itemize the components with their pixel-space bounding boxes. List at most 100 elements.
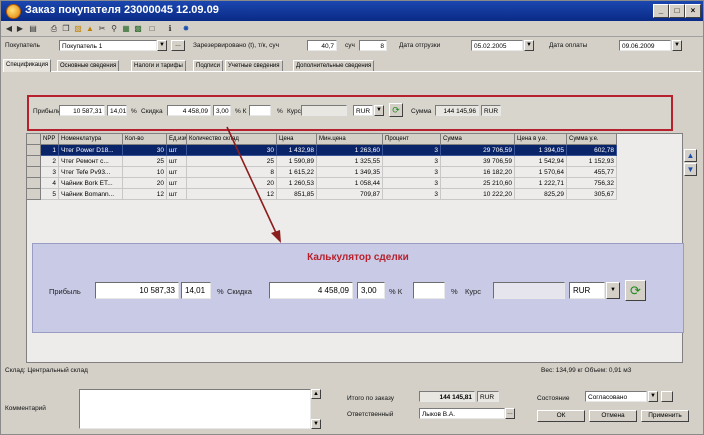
state-field[interactable]: Согласовано bbox=[585, 391, 647, 402]
calc-icon[interactable]: ▩ bbox=[133, 24, 143, 34]
table-cell-price-ue[interactable]: 1 222,71 bbox=[515, 178, 567, 189]
column-header[interactable]: Цена bbox=[277, 134, 317, 145]
doc-icon[interactable]: ▤ bbox=[28, 24, 38, 34]
table-cell-stock[interactable]: 25 bbox=[187, 156, 277, 167]
row-selector[interactable] bbox=[27, 145, 41, 156]
zoom-kurs-field[interactable] bbox=[493, 282, 565, 299]
column-header[interactable]: Кол-во bbox=[123, 134, 167, 145]
cancel-button[interactable]: Отмена bbox=[589, 410, 637, 422]
apply-button[interactable]: Применить bbox=[641, 410, 689, 422]
table-cell-stock[interactable]: 20 bbox=[187, 178, 277, 189]
table-cell-price-ue[interactable]: 1 542,94 bbox=[515, 156, 567, 167]
table-cell-pct[interactable]: 3 bbox=[383, 189, 441, 200]
column-header[interactable]: Мин.цена bbox=[317, 134, 383, 145]
table-cell-pct[interactable]: 3 bbox=[383, 145, 441, 156]
table-cell-sum-ue[interactable]: 305,67 bbox=[567, 189, 617, 200]
discount-percent-field[interactable]: 3,00 bbox=[213, 105, 231, 116]
move-up-icon[interactable]: ▲ bbox=[684, 149, 697, 162]
table-cell-qty[interactable]: 20 bbox=[123, 178, 167, 189]
table-cell-pct[interactable]: 3 bbox=[383, 156, 441, 167]
customer-lookup-button[interactable]: … bbox=[171, 40, 185, 51]
table-cell-minprice[interactable]: 1 349,35 bbox=[317, 167, 383, 178]
column-header[interactable]: Номенклатура bbox=[59, 134, 123, 145]
ok-button[interactable]: ОК bbox=[537, 410, 585, 422]
table-cell-price[interactable]: 1 590,89 bbox=[277, 156, 317, 167]
profit-field[interactable]: 10 587,31 bbox=[59, 105, 105, 116]
folder-icon[interactable]: ▲ bbox=[85, 24, 95, 34]
zoom-currency-field[interactable]: RUR bbox=[569, 282, 605, 299]
table-cell-qty[interactable]: 10 bbox=[123, 167, 167, 178]
row-selector[interactable] bbox=[27, 178, 41, 189]
customer-dropdown[interactable]: ▼ bbox=[157, 40, 167, 51]
reserved-field[interactable]: 40,7 bbox=[307, 40, 337, 51]
responsible-dropdown[interactable]: … bbox=[505, 408, 515, 419]
table-cell-price[interactable]: 1 432,98 bbox=[277, 145, 317, 156]
table-cell-minprice[interactable]: 1 263,60 bbox=[317, 145, 383, 156]
column-header[interactable]: Ед.изм bbox=[167, 134, 187, 145]
table-cell-sum[interactable]: 29 706,59 bbox=[441, 145, 515, 156]
table-cell-pct[interactable]: 3 bbox=[383, 167, 441, 178]
column-header[interactable]: Количество склад bbox=[187, 134, 277, 145]
report-icon[interactable]: ▦ bbox=[121, 24, 131, 34]
zoom-currency-dropdown[interactable]: ▼ bbox=[606, 282, 620, 299]
table-cell-price-ue[interactable]: 825,29 bbox=[515, 189, 567, 200]
forward-icon[interactable]: ▶ bbox=[15, 24, 25, 34]
tab-accounting[interactable]: Учетные сведения bbox=[225, 60, 283, 71]
k-field[interactable] bbox=[249, 105, 271, 116]
table-cell-stock[interactable]: 30 bbox=[187, 145, 277, 156]
ship-date-field[interactable]: 05.02.2005 bbox=[471, 40, 523, 51]
comment-scroll-down[interactable]: ▼ bbox=[311, 419, 321, 429]
table-cell-name[interactable]: Чтег Power D18... bbox=[59, 145, 123, 156]
table-cell-npp[interactable]: 5 bbox=[41, 189, 59, 200]
profit-percent-field[interactable]: 14,01 bbox=[107, 105, 127, 116]
row-selector[interactable] bbox=[27, 167, 41, 178]
zoom-profit-field[interactable]: 10 587,33 bbox=[95, 282, 179, 299]
state-dropdown[interactable]: ▼ bbox=[648, 391, 658, 402]
settings-icon[interactable]: ✸ bbox=[181, 24, 191, 34]
move-down-icon[interactable]: ▼ bbox=[684, 163, 697, 176]
close-button[interactable]: × bbox=[685, 4, 701, 18]
tab-specification[interactable]: Спецификация bbox=[3, 59, 52, 72]
table-cell-sum[interactable]: 39 706,59 bbox=[441, 156, 515, 167]
tab-taxes[interactable]: Налоги и тарифы bbox=[131, 60, 186, 71]
pay-date-field[interactable]: 09.06.2009 bbox=[619, 40, 671, 51]
zoom-discount-field[interactable]: 4 458,09 bbox=[269, 282, 353, 299]
table-cell-name[interactable]: Чайник Bork ET... bbox=[59, 178, 123, 189]
table-cell-minprice[interactable]: 1 325,55 bbox=[317, 156, 383, 167]
zoom-profit-percent-field[interactable]: 14,01 bbox=[181, 282, 211, 299]
zoom-recalc-icon[interactable]: ⟳ bbox=[625, 280, 646, 301]
print-icon[interactable]: ⎙ bbox=[49, 24, 59, 34]
table-cell-npp[interactable]: 1 bbox=[41, 145, 59, 156]
responsible-field[interactable]: Лыков В.А. bbox=[419, 408, 505, 419]
state-extra-button[interactable] bbox=[661, 391, 673, 402]
table-cell-npp[interactable]: 4 bbox=[41, 178, 59, 189]
ruch-field[interactable]: 8 bbox=[359, 40, 387, 51]
table-cell-pct[interactable]: 3 bbox=[383, 178, 441, 189]
table-cell-price[interactable]: 1 260,53 bbox=[277, 178, 317, 189]
kurs-field[interactable] bbox=[301, 105, 347, 116]
table-cell-qty[interactable]: 25 bbox=[123, 156, 167, 167]
cut-icon[interactable]: ✂ bbox=[97, 24, 107, 34]
table-cell-sum-ue[interactable]: 455,77 bbox=[567, 167, 617, 178]
table-cell-stock[interactable]: 8 bbox=[187, 167, 277, 178]
customer-field[interactable]: Покупатель 1 bbox=[59, 40, 157, 51]
row-selector[interactable] bbox=[27, 189, 41, 200]
minimize-button[interactable]: _ bbox=[653, 4, 669, 18]
table-cell-unit[interactable]: шт bbox=[167, 156, 187, 167]
table-cell-sum-ue[interactable]: 1 152,93 bbox=[567, 156, 617, 167]
tab-main-info[interactable]: Основные сведения bbox=[57, 60, 120, 71]
table-cell-npp[interactable]: 2 bbox=[41, 156, 59, 167]
find-icon[interactable]: ⚲ bbox=[109, 24, 119, 34]
recalc-icon[interactable]: ⟳ bbox=[389, 103, 403, 117]
copy-icon[interactable]: ❐ bbox=[61, 24, 71, 34]
ship-date-dropdown[interactable]: ▼ bbox=[524, 40, 534, 51]
table-cell-unit[interactable]: шт bbox=[167, 145, 187, 156]
row-selector[interactable] bbox=[27, 156, 41, 167]
table-cell-price[interactable]: 851,85 bbox=[277, 189, 317, 200]
zoom-k-field[interactable] bbox=[413, 282, 445, 299]
info-icon[interactable]: ℹ bbox=[165, 24, 175, 34]
table-cell-unit[interactable]: шт bbox=[167, 189, 187, 200]
table-cell-stock[interactable]: 12 bbox=[187, 189, 277, 200]
table-cell-qty[interactable]: 30 bbox=[123, 145, 167, 156]
table-cell-unit[interactable]: шт bbox=[167, 167, 187, 178]
